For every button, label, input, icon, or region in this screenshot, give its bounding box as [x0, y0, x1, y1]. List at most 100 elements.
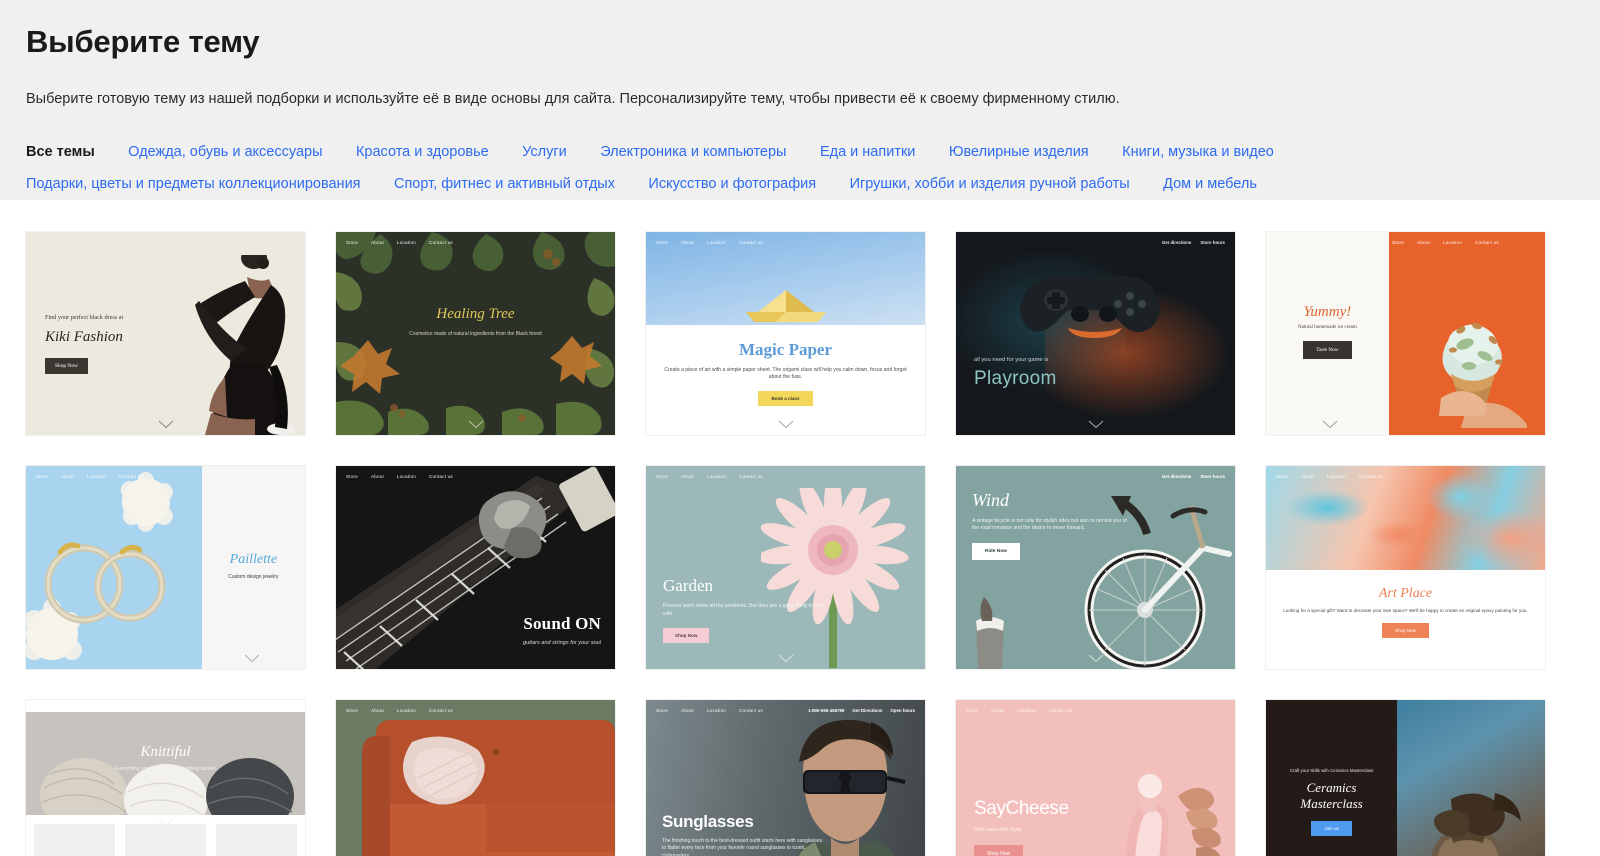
theme-card-saycheese[interactable]: Store About Location Contact us SayChees…	[956, 700, 1235, 856]
theme-card-kiki-fashion[interactable]: Find your perfect black dress at Kiki Fa…	[26, 232, 305, 435]
nav-contact[interactable]: Contact us	[739, 240, 763, 245]
get-directions-link[interactable]: Get directions	[1162, 474, 1192, 479]
nav-contact[interactable]: Contact us	[429, 240, 453, 245]
nav-location[interactable]: Location	[87, 474, 106, 479]
filter-toys-hobby[interactable]: Игрушки, хобби и изделия ручной работы	[850, 168, 1130, 200]
theme-card-sunglasses[interactable]: Store About Location Contact us 1-800-55…	[646, 700, 925, 856]
ceramics-cta-button[interactable]: Join us	[1311, 821, 1352, 837]
magic-paper-cta-button[interactable]: Book a class	[758, 390, 813, 406]
chevron-down-icon[interactable]	[1088, 654, 1104, 663]
nav-about[interactable]: About	[1417, 240, 1430, 245]
filter-sport-fitness[interactable]: Спорт, фитнес и активный отдых	[394, 168, 615, 200]
nav-about[interactable]: About	[61, 474, 74, 479]
chevron-down-icon[interactable]	[1322, 420, 1338, 429]
nav-about[interactable]: About	[371, 708, 384, 713]
kiki-cta-button[interactable]: Shop Now	[45, 357, 88, 374]
nav-contact[interactable]: Contact us	[1475, 240, 1499, 245]
healing-tree-tagline: Cosmetics made of natural ingredients fr…	[409, 331, 542, 337]
get-directions-link[interactable]: Get directions	[1162, 240, 1192, 245]
nav-location[interactable]: Location	[707, 474, 726, 479]
art-place-cta-button[interactable]: Shop Now	[1381, 622, 1430, 638]
theme-card-playroom[interactable]: Get directions Store hours all you need …	[956, 232, 1235, 435]
theme-card-knittiful[interactable]: Knittiful Everything you need for your k…	[26, 700, 305, 856]
product-tile[interactable]	[125, 824, 206, 856]
chevron-down-icon[interactable]	[778, 420, 794, 429]
nav-location[interactable]: Location	[707, 708, 726, 713]
filter-electronics[interactable]: Электроника и компьютеры	[600, 136, 786, 168]
nav-store[interactable]: Store	[36, 474, 48, 479]
theme-card-sound-on[interactable]: Store About Location Contact us Sound ON…	[336, 466, 615, 669]
magic-paper-brand-name: Magic Paper	[739, 340, 832, 359]
theme-card-garden[interactable]: Store About Location Contact us Garden F…	[646, 466, 925, 669]
filter-gifts-flowers[interactable]: Подарки, цветы и предметы коллекциониров…	[26, 168, 361, 200]
nav-contact[interactable]: Contact us	[739, 708, 763, 713]
nav-store[interactable]: Store	[656, 708, 668, 713]
nav-location[interactable]: Location	[397, 474, 416, 479]
filter-jewelry[interactable]: Ювелирные изделия	[949, 136, 1089, 168]
nav-store[interactable]: Store	[1392, 240, 1404, 245]
theme-card-soho[interactable]: Store About Location Contact us Soho Fur…	[336, 700, 615, 856]
chevron-down-icon[interactable]	[1088, 420, 1104, 429]
nav-store[interactable]: Store	[656, 240, 668, 245]
nav-contact[interactable]: Contact us	[739, 474, 763, 479]
nav-location[interactable]: Location	[1443, 240, 1462, 245]
nav-store[interactable]: Store	[966, 708, 978, 713]
chevron-down-icon[interactable]	[244, 654, 260, 663]
filter-art-photo[interactable]: Искусство и фотография	[648, 168, 816, 200]
store-hours-link[interactable]: Store hours	[1200, 474, 1225, 479]
saycheese-cta-button[interactable]: Shop Now	[974, 845, 1024, 856]
hoop-earrings-illustration	[26, 466, 202, 669]
nav-contact[interactable]: Contact us	[429, 708, 453, 713]
filter-all-themes[interactable]: Все темы	[26, 136, 95, 168]
phone-number-link[interactable]: 1-800-555-456789	[808, 708, 844, 713]
art-place-text-block: Art Place Looking for a special gift? Wa…	[1280, 586, 1531, 638]
nav-about[interactable]: About	[681, 240, 694, 245]
theme-card-wind[interactable]: Get directions Store hours Wind A vintag…	[956, 466, 1235, 669]
nav-store[interactable]: Store	[346, 708, 358, 713]
nav-about[interactable]: About	[681, 708, 694, 713]
filter-home-furniture[interactable]: Дом и мебель	[1163, 168, 1257, 200]
product-tile[interactable]	[216, 824, 297, 856]
nav-about[interactable]: About	[681, 474, 694, 479]
chevron-down-icon[interactable]	[468, 420, 484, 429]
theme-card-yummy[interactable]: Store About Location Contact us Yummy! N…	[1266, 232, 1545, 435]
theme-card-art-place[interactable]: Store About Location Contact us Art Plac…	[1266, 466, 1545, 669]
theme-card-ceramics-masterclass[interactable]: Craft your skills with Ceramics Mastercl…	[1266, 700, 1545, 856]
nav-store[interactable]: Store	[656, 474, 668, 479]
nav-contact[interactable]: Contact us	[119, 474, 143, 479]
wind-cta-button[interactable]: Ride Now	[972, 542, 1020, 560]
nav-location[interactable]: Location	[707, 240, 726, 245]
nav-location[interactable]: Location	[397, 240, 416, 245]
garden-cta-button[interactable]: Shop Now	[663, 628, 710, 644]
nav-location[interactable]: Location	[1017, 708, 1036, 713]
nav-about[interactable]: About	[1301, 474, 1314, 479]
filter-beauty-health[interactable]: Красота и здоровье	[356, 136, 489, 168]
get-directions-link[interactable]: Get Directions	[852, 708, 882, 713]
nav-store[interactable]: Store	[1276, 474, 1288, 479]
nav-contact[interactable]: Contact us	[429, 474, 453, 479]
nav-contact[interactable]: Contact us	[1049, 708, 1073, 713]
nav-store[interactable]: Store	[346, 474, 358, 479]
filter-services[interactable]: Услуги	[522, 136, 567, 168]
nav-about[interactable]: About	[371, 240, 384, 245]
filter-books-music-video[interactable]: Книги, музыка и видео	[1122, 136, 1274, 168]
filter-clothing[interactable]: Одежда, обувь и аксессуары	[128, 136, 322, 168]
store-hours-link[interactable]: Store hours	[1200, 240, 1225, 245]
knittiful-tagline: Everything you need for your knitting ba…	[115, 766, 216, 772]
nav-location[interactable]: Location	[397, 708, 416, 713]
product-tile[interactable]	[34, 824, 115, 856]
theme-card-magic-paper[interactable]: Store About Location Contact us Magic Pa…	[646, 232, 925, 435]
chevron-down-icon[interactable]	[158, 818, 174, 827]
chevron-down-icon[interactable]	[778, 654, 794, 663]
yummy-cta-button[interactable]: Taste Now	[1303, 341, 1352, 360]
nav-about[interactable]: About	[991, 708, 1004, 713]
open-hours-link[interactable]: Open hours	[890, 708, 915, 713]
nav-about[interactable]: About	[371, 474, 384, 479]
nav-store[interactable]: Store	[346, 240, 358, 245]
nav-location[interactable]: Location	[1327, 474, 1346, 479]
filter-food-drinks[interactable]: Еда и напитки	[820, 136, 915, 168]
nav-contact[interactable]: Contact us	[1359, 474, 1383, 479]
theme-card-paillette[interactable]: Store About Location Contact us Paillett…	[26, 466, 305, 669]
chevron-down-icon[interactable]	[158, 420, 174, 429]
theme-card-healing-tree[interactable]: Store About Location Contact us Healing …	[336, 232, 615, 435]
